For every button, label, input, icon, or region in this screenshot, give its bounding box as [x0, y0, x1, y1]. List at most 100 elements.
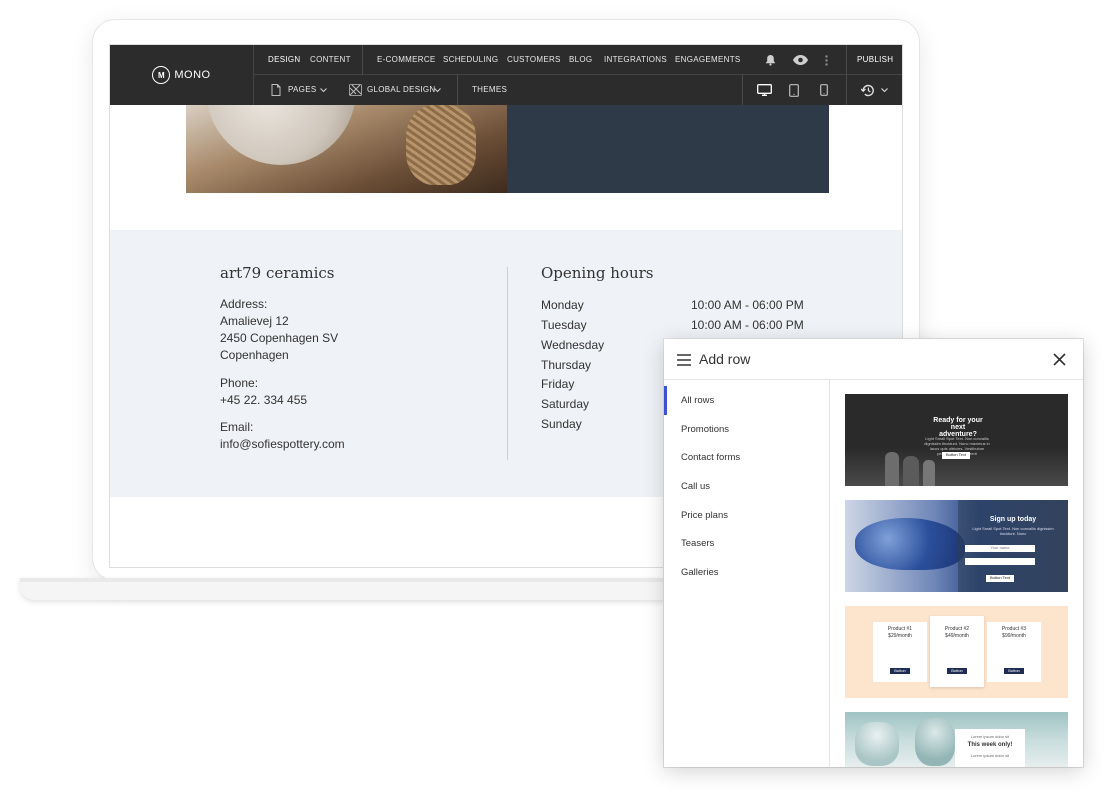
tablet-view-icon[interactable]: [784, 75, 804, 105]
category-call-us[interactable]: Call us: [664, 472, 829, 501]
close-icon[interactable]: [1053, 353, 1066, 371]
nav-ecommerce[interactable]: E-COMMERCE: [377, 45, 436, 75]
teaser-post: Lorem ipsum dolor sit: [970, 753, 1010, 758]
vase-shape: [915, 718, 955, 766]
vase-shape: [855, 722, 899, 766]
publish-button[interactable]: PUBLISH: [857, 45, 893, 75]
row-preview-contact-form[interactable]: Sign up today Light Small Spot Text. Non…: [845, 500, 1068, 592]
nav-integrations[interactable]: INTEGRATIONS: [604, 45, 667, 75]
address-line: 2450 Copenhagen SV: [220, 331, 339, 345]
pages-menu[interactable]: PAGES: [288, 75, 316, 105]
chevron-down-icon[interactable]: [432, 75, 442, 105]
chevron-down-icon[interactable]: [318, 75, 328, 105]
desktop-view-icon[interactable]: [752, 75, 776, 105]
tab-design[interactable]: DESIGN: [268, 45, 300, 75]
preview-button: Button: [947, 668, 967, 674]
price-card: Product #2 $49/month Button: [930, 616, 984, 687]
vase-shape: [903, 456, 919, 486]
hero-dark-panel: [507, 105, 829, 193]
editor-toolbar: M MONO DESIGN CONTENT E-COMMERCE SCHEDUL…: [110, 45, 902, 105]
phone-number[interactable]: +45 22. 334 455: [220, 393, 307, 407]
hours-day: Sunday: [541, 417, 582, 431]
category-all-rows[interactable]: All rows: [664, 386, 829, 415]
preview-button: Button Text: [942, 452, 970, 459]
product-name: Product #2: [944, 626, 970, 632]
hours-time: 10:00 AM - 06:00 PM: [691, 298, 804, 312]
stage: M MONO DESIGN CONTENT E-COMMERCE SCHEDUL…: [0, 0, 1109, 792]
preview-field: [965, 558, 1035, 565]
logo-text: MONO: [174, 69, 211, 81]
hours-day: Saturday: [541, 397, 590, 411]
nav-blog[interactable]: BLOG: [569, 45, 592, 75]
category-promotions[interactable]: Promotions: [664, 415, 829, 444]
address-label: Address:: [220, 297, 268, 311]
hours-day: Friday: [541, 377, 575, 391]
product-price: $29/month: [888, 633, 912, 639]
hero-image-pottery: [186, 105, 507, 193]
vase-shape: [923, 460, 935, 486]
preview-eye-icon[interactable]: [788, 45, 812, 75]
global-design-menu[interactable]: GLOBAL DESIGN: [367, 75, 436, 105]
history-icon[interactable]: [859, 75, 877, 105]
more-vertical-icon[interactable]: [820, 45, 832, 75]
category-price-plans[interactable]: Price plans: [664, 501, 829, 530]
teaser-card: Lorem ipsum dolor sit This week only! Lo…: [955, 729, 1025, 767]
preview-button: Button: [1004, 668, 1024, 674]
panel-header: Add row: [664, 339, 1083, 380]
add-row-panel: Add row All rows Promotions Contact form…: [664, 339, 1083, 767]
hamburger-menu-icon[interactable]: [677, 353, 691, 371]
preview-button: Button: [890, 668, 910, 674]
themes-menu[interactable]: THEMES: [472, 75, 507, 105]
product-price: $99/month: [1002, 633, 1026, 639]
toolbar-divider: [457, 75, 458, 105]
global-design-icon: [348, 75, 362, 105]
preview-title: Sign up today: [989, 516, 1037, 523]
main-nav: DESIGN CONTENT E-COMMERCE SCHEDULING CUS…: [254, 45, 902, 75]
price-card: Product #3 $99/month Button: [987, 622, 1041, 682]
product-name: Product #1: [887, 626, 913, 632]
panel-title: Add row: [699, 351, 751, 367]
product-name: Product #3: [1001, 626, 1027, 632]
category-contact-forms[interactable]: Contact forms: [664, 443, 829, 472]
nav-scheduling[interactable]: SCHEDULING: [443, 45, 498, 75]
preview-field: Your name: [965, 545, 1035, 552]
hours-time: 10:00 AM - 06:00 PM: [691, 318, 804, 332]
address-line: Amalievej 12: [220, 314, 289, 328]
bell-icon[interactable]: [759, 45, 781, 75]
logo[interactable]: M MONO: [110, 45, 254, 105]
nav-customers[interactable]: CUSTOMERS: [507, 45, 561, 75]
category-galleries[interactable]: Galleries: [664, 558, 829, 587]
preview-body: Light Small Spot Text. Non convallis dig…: [972, 526, 1054, 536]
toolbar-divider: [742, 75, 743, 105]
teaser-pre: Lorem ipsum dolor sit: [970, 734, 1010, 739]
teaser-title: This week only!: [967, 742, 1013, 748]
tab-content[interactable]: CONTENT: [310, 45, 351, 75]
business-name: art79 ceramics: [220, 264, 335, 282]
sub-toolbar: PAGES GLOBAL DESIGN THEMES: [254, 75, 902, 105]
vase-shape: [885, 452, 899, 486]
row-preview-promotion[interactable]: Ready for your next adventure? Light Sma…: [845, 394, 1068, 486]
fish-illustration: [855, 518, 965, 570]
hours-day: Monday: [541, 298, 584, 312]
preview-button: Button Text: [986, 575, 1014, 582]
logo-mark: M: [152, 66, 171, 84]
row-preview-teaser[interactable]: Lorem ipsum dolor sit This week only! Lo…: [845, 712, 1068, 767]
category-teasers[interactable]: Teasers: [664, 529, 829, 558]
email-address[interactable]: info@sofiespottery.com: [220, 437, 345, 451]
phone-label: Phone:: [220, 376, 259, 390]
nav-divider: [846, 45, 847, 75]
twine-image: [406, 105, 476, 185]
nav-engagements[interactable]: ENGAGEMENTS: [675, 45, 741, 75]
hours-day: Tuesday: [541, 318, 587, 332]
category-list: All rows Promotions Contact forms Call u…: [664, 380, 830, 767]
hours-day: Wednesday: [541, 338, 605, 352]
toolbar-divider: [846, 75, 847, 105]
mobile-view-icon[interactable]: [815, 75, 833, 105]
section-divider: [507, 267, 508, 460]
price-card: Product #1 $29/month Button: [873, 622, 927, 682]
preview-title: Ready for your next adventure?: [933, 417, 983, 438]
opening-hours-title: Opening hours: [541, 264, 654, 282]
bowl-image: [206, 105, 356, 165]
chevron-down-icon[interactable]: [879, 75, 889, 105]
row-preview-price-plans[interactable]: Product #1 $29/month Button Product #2 $…: [845, 606, 1068, 698]
